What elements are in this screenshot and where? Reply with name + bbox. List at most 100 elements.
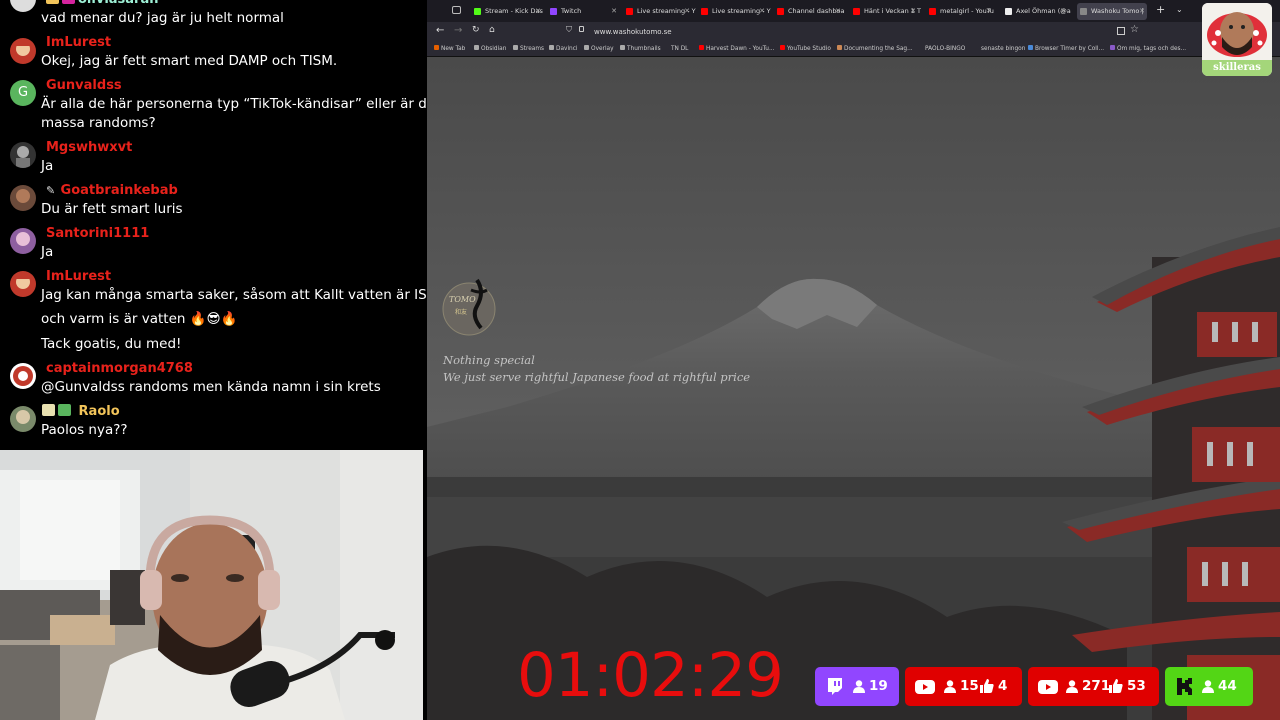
stream-timer: 01:02:29 bbox=[517, 640, 784, 711]
browser-tab[interactable]: Live streaming - Y ✕ bbox=[698, 3, 771, 20]
shield-icon[interactable]: ⛉ bbox=[566, 25, 572, 35]
avatar bbox=[10, 271, 36, 297]
bookmark-item[interactable]: Obsidian bbox=[474, 44, 506, 55]
chat-text: Paolos nya?? bbox=[41, 422, 128, 438]
viewer-icon bbox=[1202, 680, 1214, 693]
bookmark-item[interactable]: PAOLO-BINGO bbox=[925, 44, 965, 55]
bookmark-item[interactable]: senaste bingon bbox=[981, 44, 1025, 55]
chat-text: vad menar du? jag är ju helt normal bbox=[41, 10, 284, 26]
youtube-icon bbox=[780, 45, 785, 50]
bookmarks-bar: New Tab Obsidian Streams Davinci Overlay… bbox=[427, 42, 1280, 57]
chat-username: Gunvaldss bbox=[46, 78, 122, 93]
home-icon[interactable]: ⌂ bbox=[489, 25, 495, 35]
page-icon bbox=[1080, 8, 1087, 15]
bookmark-item[interactable]: Overlay bbox=[584, 44, 614, 55]
bookmark-item[interactable]: New Tab bbox=[434, 44, 465, 55]
chat-username: oliviasarah bbox=[46, 0, 159, 7]
folder-icon bbox=[584, 45, 589, 50]
twitch-icon bbox=[828, 678, 842, 695]
sword-icon: ✎ bbox=[46, 184, 56, 197]
hero-image bbox=[427, 57, 1280, 720]
site-logo[interactable]: TOMO 和友 bbox=[441, 272, 497, 338]
browser-tab[interactable]: Twitch ✕ bbox=[547, 3, 617, 20]
bookmark-item[interactable]: Om mig, tags och des... bbox=[1110, 44, 1186, 55]
browser-tab[interactable]: Stream - Kick Das ✕ bbox=[471, 3, 543, 20]
bookmark-item[interactable]: Documenting the Sag... bbox=[837, 44, 913, 55]
logo-text: TOMO bbox=[449, 295, 476, 304]
website-hero bbox=[427, 57, 1280, 720]
bookmark-star-icon[interactable]: ☆ bbox=[1130, 24, 1139, 35]
folder-icon bbox=[513, 45, 518, 50]
tiktok-icon bbox=[1005, 8, 1012, 15]
avatar bbox=[10, 185, 36, 211]
lock-icon[interactable] bbox=[579, 26, 584, 32]
page-icon bbox=[1110, 45, 1115, 50]
bookmark-item[interactable]: Davinci bbox=[549, 44, 578, 55]
chat-text: Okej, jag är fett smart med DAMP och TIS… bbox=[41, 53, 338, 69]
url-bar[interactable]: www.washokutomo.se bbox=[592, 25, 1112, 39]
bookmark-item[interactable]: Browser Timer by Coll... bbox=[1028, 44, 1104, 55]
avatar bbox=[10, 0, 36, 12]
folder-icon bbox=[474, 45, 479, 50]
bookmark-item[interactable]: Thumbnails bbox=[620, 44, 661, 55]
tab-overview-icon[interactable] bbox=[452, 6, 461, 14]
chat-username: Raolo bbox=[42, 404, 120, 419]
browser-tab[interactable]: Axel Öhman (@a ✕ bbox=[1002, 3, 1071, 20]
kick-icon bbox=[474, 8, 481, 15]
bookmark-item[interactable]: TN DL bbox=[671, 44, 688, 55]
youtube-viewer-count: 15 bbox=[960, 678, 979, 694]
badge-icon bbox=[42, 404, 55, 416]
browser-tab[interactable]: Channel dashboa ✕ bbox=[774, 3, 844, 20]
viewer-icon bbox=[1066, 680, 1078, 693]
youtube-icon bbox=[701, 8, 708, 15]
bookmark-item[interactable]: YouTube Studio bbox=[780, 44, 831, 55]
chat-text: massa randoms? bbox=[41, 115, 156, 131]
avatar: G bbox=[10, 80, 36, 106]
kick-viewer-count: 44 bbox=[1218, 678, 1237, 694]
browser-tab[interactable]: Live streaming - Y ✕ bbox=[623, 3, 696, 20]
logo-subtext: 和友 bbox=[455, 308, 467, 316]
close-tab-icon[interactable]: ✕ bbox=[535, 3, 541, 20]
streamer-sticker: skilleras bbox=[1202, 3, 1272, 76]
chat-text: @Gunvaldss randoms men kända namn i sin … bbox=[41, 379, 381, 395]
forward-icon[interactable]: → bbox=[454, 25, 462, 36]
chat-panel: oliviasarah vad menar du? jag är ju helt… bbox=[0, 0, 427, 450]
close-tab-icon[interactable]: ✕ bbox=[611, 3, 617, 20]
browser-tab[interactable]: metalgirl - YouTu ✕ bbox=[926, 3, 994, 20]
instagram-icon bbox=[62, 0, 75, 4]
youtube-like-count: 4 bbox=[998, 678, 1008, 694]
chat-text: Tack goatis, du med! bbox=[41, 336, 182, 352]
new-tab-icon[interactable]: + bbox=[1156, 3, 1165, 16]
close-tab-icon[interactable]: ✕ bbox=[835, 3, 841, 20]
browser-tab[interactable]: Hänt i Veckan 1 T ✕ bbox=[850, 3, 921, 20]
browser-tab-active[interactable]: Washoku Tomo | ✕ bbox=[1077, 3, 1147, 20]
close-tab-icon[interactable]: ✕ bbox=[1060, 3, 1066, 20]
reload-icon[interactable]: ↻ bbox=[472, 25, 480, 35]
site-subtagline: We just serve rightful Japanese food at … bbox=[443, 370, 751, 384]
firefox-icon bbox=[434, 45, 439, 50]
kick-icon bbox=[1177, 678, 1192, 695]
badge-icon bbox=[46, 0, 59, 4]
close-tab-icon[interactable]: ✕ bbox=[759, 3, 765, 20]
chat-username: Santorini1111 bbox=[46, 226, 150, 241]
bookmark-item[interactable]: Streams bbox=[513, 44, 544, 55]
gift-icon bbox=[58, 404, 71, 416]
close-tab-icon[interactable]: ✕ bbox=[684, 3, 690, 20]
bookmark-item[interactable]: Harvest Dawn - YouTu... bbox=[699, 44, 775, 55]
chevron-down-icon[interactable]: ⌄ bbox=[1176, 5, 1183, 14]
chat-text: och varm is är vatten 🔥😎🔥 bbox=[41, 311, 238, 327]
close-tab-icon[interactable]: ✕ bbox=[986, 3, 992, 20]
close-tab-icon[interactable]: ✕ bbox=[1139, 3, 1145, 20]
viewer-icon bbox=[944, 680, 956, 693]
webcam-image bbox=[0, 450, 423, 720]
close-tab-icon[interactable]: ✕ bbox=[910, 3, 916, 20]
chat-text: Ja bbox=[41, 158, 54, 174]
chat-username: ImLurest bbox=[46, 269, 112, 284]
thumbs-up-icon bbox=[1109, 679, 1123, 693]
tomo-logo-icon: TOMO 和友 bbox=[442, 278, 496, 336]
chat-text: Jag kan många smarta saker, såsom att Ka… bbox=[41, 287, 427, 303]
back-icon[interactable]: ← bbox=[436, 25, 444, 36]
youtube-like-count: 53 bbox=[1127, 678, 1146, 694]
youtube-viewer-count: 271 bbox=[1082, 678, 1111, 694]
reader-view-icon[interactable] bbox=[1117, 27, 1125, 35]
